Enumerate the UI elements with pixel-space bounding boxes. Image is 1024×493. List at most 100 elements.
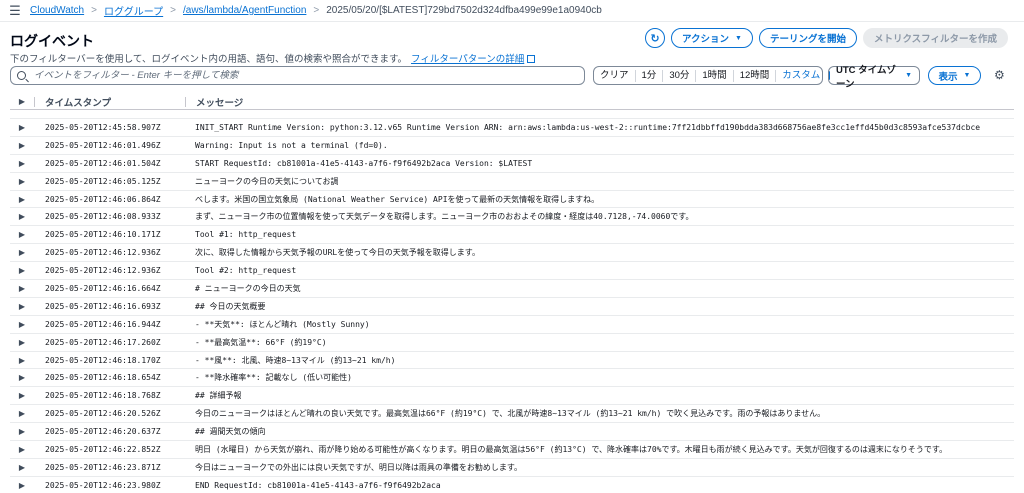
table-row[interactable]: ▶ 2025-05-20T12:46:23.980Z END RequestId: … xyxy=(10,477,1014,493)
refresh-icon: ↻ xyxy=(650,32,660,45)
row-message: 次に、取得した情報から天気予報のURLを使って今日の天気予報を取得します。 xyxy=(195,248,481,258)
partial-row: ... xyxy=(10,111,1014,119)
table-row[interactable]: ▶ 2025-05-20T12:46:20.637Z ## 週間天気の傾向 xyxy=(10,423,1014,442)
expand-row-icon[interactable]: ▶ xyxy=(10,391,34,400)
table-row[interactable]: ▶ 2025-05-20T12:46:05.125Z ニューヨークの今日の天気につい… xyxy=(10,173,1014,191)
expand-row-icon[interactable]: ▶ xyxy=(10,338,34,347)
filter-search-box[interactable] xyxy=(10,66,585,85)
table-row[interactable]: ▶ 2025-05-20T12:46:16.664Z # ニューヨークの今日の天気 xyxy=(10,280,1014,298)
expand-row-icon[interactable]: ▶ xyxy=(10,356,34,365)
table-row[interactable]: ▶ 2025-05-20T12:46:18.654Z - **降水確率**: 記載な… xyxy=(10,369,1014,388)
row-timestamp: 2025-05-20T12:45:58.907Z xyxy=(45,122,161,132)
table-row[interactable]: ▶ 2025-05-20T12:46:20.526Z 今日のニューヨークはほとんど晴… xyxy=(10,405,1014,424)
actions-dropdown[interactable]: アクション ▼ xyxy=(670,28,753,48)
start-tailing-label: テーリングを開始 xyxy=(769,34,846,45)
expand-row-icon[interactable]: ▶ xyxy=(10,481,34,490)
table-row[interactable]: ▶ 2025-05-20T12:46:18.768Z ## 詳細予報 xyxy=(10,387,1014,406)
breadcrumb-cloudwatch[interactable]: CloudWatch xyxy=(30,5,84,16)
caret-down-icon: ▼ xyxy=(905,72,912,79)
row-timestamp: 2025-05-20T12:46:22.852Z xyxy=(45,444,161,454)
table-row[interactable]: ▶ 2025-05-20T12:46:01.496Z Warning: Input … xyxy=(10,137,1014,155)
row-message: ニューヨークの今日の天気についてお調 xyxy=(195,176,339,186)
row-timestamp: 2025-05-20T12:46:17.260Z xyxy=(45,337,161,347)
start-tailing-button[interactable]: テーリングを開始 xyxy=(758,28,857,48)
column-message[interactable]: メッセージ xyxy=(186,95,243,109)
expand-row-icon[interactable]: ▶ xyxy=(10,284,34,293)
expand-row-icon[interactable]: ▶ xyxy=(10,177,34,186)
expand-row-icon[interactable]: ▶ xyxy=(10,212,34,221)
range-1h[interactable]: 1時間 xyxy=(696,69,734,82)
expand-row-icon[interactable]: ▶ xyxy=(10,320,34,329)
breadcrumb-log-group[interactable]: /aws/lambda/AgentFunction xyxy=(183,5,306,16)
table-row[interactable]: ▶ 2025-05-20T12:46:06.864Z べします。米国の国立気象局 (… xyxy=(10,191,1014,209)
expand-row-icon[interactable]: ▶ xyxy=(10,302,34,311)
row-timestamp: 2025-05-20T12:46:18.170Z xyxy=(45,355,161,365)
column-timestamp[interactable]: タイムスタンプ xyxy=(35,95,185,109)
expand-row-icon[interactable]: ▶ xyxy=(10,427,34,436)
breadcrumb-separator: > xyxy=(91,5,97,16)
table-row[interactable]: ▶ 2025-05-20T12:45:58.907Z INIT_START Runt… xyxy=(10,119,1014,137)
row-message: - **最高気温**: 66°F (約19°C) xyxy=(195,337,327,347)
row-timestamp: 2025-05-20T12:46:18.654Z xyxy=(45,373,161,383)
expand-row-icon[interactable]: ▶ xyxy=(10,195,34,204)
table-row[interactable]: ▶ 2025-05-20T12:46:12.936Z Tool #2: http_r… xyxy=(10,262,1014,281)
row-timestamp: 2025-05-20T12:46:10.171Z xyxy=(45,230,161,240)
row-timestamp: 2025-05-20T12:46:06.864Z xyxy=(45,194,161,204)
row-message: 今日はニューヨークでの外出には良い天気ですが、明日以降は雨具の準備をお勧めします… xyxy=(195,462,523,472)
display-dropdown[interactable]: 表示 ▼ xyxy=(928,66,981,85)
table-row[interactable]: ▶ 2025-05-20T12:46:23.871Z 今日はニューヨークでの外出には… xyxy=(10,459,1014,477)
range-1m[interactable]: 1分 xyxy=(636,69,664,82)
expand-all-icon[interactable]: ▶ xyxy=(10,97,34,106)
table-row[interactable]: ▶ 2025-05-20T12:46:12.936Z 次に、取得した情報から天気予報… xyxy=(10,244,1014,263)
filter-pattern-link-label: フィルターパターンの詳細 xyxy=(411,54,525,65)
expand-row-icon[interactable]: ▶ xyxy=(10,248,34,257)
row-message: ## 詳細予報 xyxy=(195,391,242,401)
row-timestamp: 2025-05-20T12:46:23.871Z xyxy=(45,462,161,472)
timezone-select[interactable]: UTC タイムゾーン ▼ xyxy=(828,65,920,90)
expand-row-icon[interactable]: ▶ xyxy=(10,230,34,239)
row-message: Warning: Input is not a terminal (fd=0). xyxy=(195,140,388,150)
caret-down-icon: ▼ xyxy=(963,72,971,79)
menu-icon[interactable]: ☰ xyxy=(0,0,30,22)
table-row[interactable]: ▶ 2025-05-20T12:46:08.933Z まず、ニューヨーク市の位置情報… xyxy=(10,208,1014,227)
expand-row-icon[interactable]: ▶ xyxy=(10,141,34,150)
row-message: - **天気**: ほとんど晴れ (Mostly Sunny) xyxy=(195,319,370,329)
range-clear[interactable]: クリア xyxy=(594,69,636,82)
expand-row-icon[interactable]: ▶ xyxy=(10,123,34,132)
external-link-icon xyxy=(527,55,536,63)
breadcrumb-current: 2025/05/20/[$LATEST]729bd7502d324dfba499… xyxy=(326,5,602,16)
range-30m[interactable]: 30分 xyxy=(663,69,697,82)
table-row[interactable]: ▶ 2025-05-20T12:46:16.693Z ## 今日の天気概要 xyxy=(10,298,1014,316)
expand-row-icon[interactable]: ▶ xyxy=(10,463,34,472)
row-message: Tool #2: http_request xyxy=(195,266,297,276)
range-12h[interactable]: 12時間 xyxy=(734,69,777,82)
expand-row-icon[interactable]: ▶ xyxy=(10,373,34,382)
refresh-button[interactable]: ↻ xyxy=(644,28,665,48)
timezone-label: UTC タイムゾーン xyxy=(836,64,896,90)
top-bar: ☰ CloudWatch > ロググループ > /aws/lambda/Agen… xyxy=(0,0,1024,22)
caret-down-icon: ▼ xyxy=(735,34,742,42)
create-metric-filter-button[interactable]: メトリクスフィルターを作成 xyxy=(862,28,1008,48)
table-row[interactable]: ▶ 2025-05-20T12:46:10.171Z Tool #1: http_r… xyxy=(10,226,1014,245)
gear-icon[interactable]: ⚙ xyxy=(994,68,1005,82)
table-row[interactable]: ▶ 2025-05-20T12:46:18.170Z - **風**: 北風、時速8… xyxy=(10,352,1014,370)
filter-pattern-link[interactable]: フィルターパターンの詳細 xyxy=(411,54,536,65)
table-row[interactable]: ▶ 2025-05-20T12:46:01.504Z START RequestId… xyxy=(10,155,1014,173)
row-message: START RequestId: cb81001a-41e5-4143-a7f6… xyxy=(195,158,533,168)
row-message: - **風**: 北風、時速8~13マイル (約13~21 km/h) xyxy=(195,355,396,365)
expand-row-icon[interactable]: ▶ xyxy=(10,159,34,168)
table-row[interactable]: ▶ 2025-05-20T12:46:22.852Z 明日 (水曜日) から天気が崩… xyxy=(10,441,1014,459)
range-custom[interactable]: カスタム xyxy=(776,70,826,82)
breadcrumb-log-groups[interactable]: ロググループ xyxy=(104,3,163,18)
row-timestamp: 2025-05-20T12:46:01.504Z xyxy=(45,158,161,168)
expand-row-icon[interactable]: ▶ xyxy=(10,409,34,418)
filter-events-input[interactable] xyxy=(34,70,574,81)
breadcrumb: CloudWatch > ロググループ > /aws/lambda/AgentF… xyxy=(30,3,602,18)
expand-row-icon[interactable]: ▶ xyxy=(10,266,34,275)
table-row[interactable]: ▶ 2025-05-20T12:46:16.944Z - **天気**: ほとんど晴… xyxy=(10,316,1014,334)
table-row[interactable]: ▶ 2025-05-20T12:46:17.260Z - **最高気温**: 66°… xyxy=(10,334,1014,352)
row-message: 今日のニューヨークはほとんど晴れの良い天気です。最高気温は66°F (約19°C… xyxy=(195,409,826,419)
row-timestamp: 2025-05-20T12:46:16.664Z xyxy=(45,283,161,293)
expand-row-icon[interactable]: ▶ xyxy=(10,445,34,454)
row-timestamp: 2025-05-20T12:46:08.933Z xyxy=(45,212,161,222)
